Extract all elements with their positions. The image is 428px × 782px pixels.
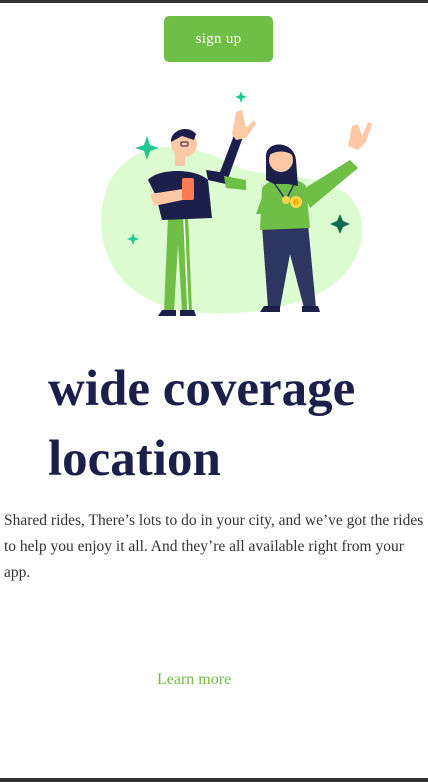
sign-up-button[interactable]: sign up — [164, 16, 273, 62]
hero-illustration — [96, 84, 372, 320]
top-edge — [0, 0, 428, 3]
background-blob — [100, 147, 363, 314]
bottom-edge — [0, 778, 428, 782]
learn-more-link[interactable]: Learn more — [157, 671, 231, 689]
headline-line-2: location — [48, 431, 221, 487]
headline: wide coverage location — [48, 354, 418, 494]
description-text: Shared rides, There’s lots to do in your… — [4, 512, 424, 581]
headline-line-1: wide coverage — [48, 361, 356, 417]
sparkle-icon — [235, 91, 247, 103]
